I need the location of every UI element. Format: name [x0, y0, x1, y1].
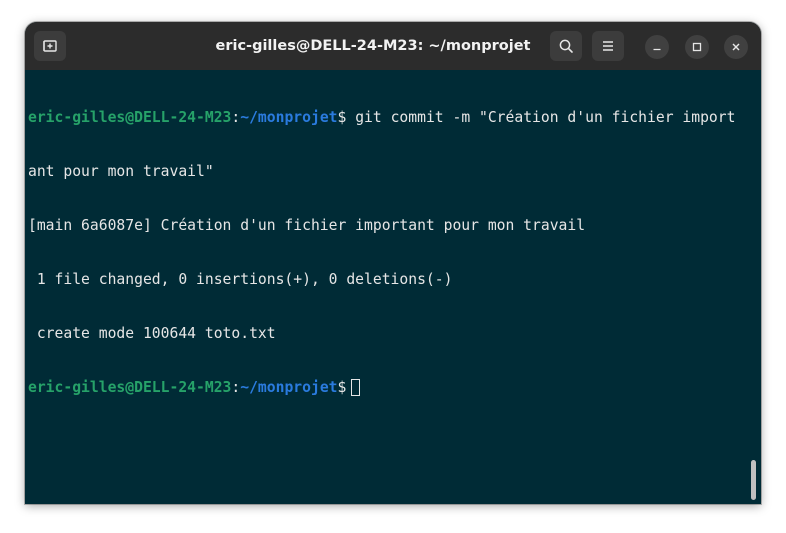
- close-button[interactable]: [724, 35, 748, 59]
- minimize-icon: [653, 48, 661, 51]
- close-icon: [732, 43, 740, 51]
- terminal-line: eric-gilles@DELL-24-M23:~/monprojet$ git…: [28, 109, 756, 127]
- new-tab-button[interactable]: [34, 31, 66, 61]
- prompt-symbol: $: [337, 379, 347, 396]
- menu-button[interactable]: [592, 31, 624, 61]
- terminal-area[interactable]: eric-gilles@DELL-24-M23:~/monprojet$ git…: [25, 70, 761, 504]
- prompt-separator: :: [231, 109, 241, 126]
- text-cursor: [351, 379, 361, 396]
- search-icon: [559, 39, 573, 53]
- terminal-line: eric-gilles@DELL-24-M23:~/monprojet$: [28, 379, 756, 397]
- scrollbar[interactable]: [751, 460, 756, 500]
- terminal-window: eric-gilles@DELL-24-M23: ~/monprojet eri…: [25, 22, 761, 504]
- hamburger-menu-icon: [603, 41, 613, 51]
- prompt-separator: :: [231, 379, 241, 396]
- new-tab-icon: [43, 40, 57, 52]
- prompt-path: ~/monprojet: [240, 379, 338, 396]
- search-button[interactable]: [550, 31, 582, 61]
- command-text: git commit -m "Création d'un fichier imp…: [355, 109, 736, 126]
- terminal-line: create mode 100644 toto.txt: [28, 325, 276, 342]
- terminal-line: [main 6a6087e] Création d'un fichier imp…: [28, 217, 586, 234]
- prompt-symbol: $: [337, 109, 356, 126]
- minimize-button[interactable]: [645, 35, 669, 59]
- title-bar[interactable]: eric-gilles@DELL-24-M23: ~/monprojet: [25, 22, 761, 70]
- maximize-icon: [692, 42, 702, 52]
- prompt-user: eric-gilles@DELL-24-M23: [28, 379, 232, 396]
- prompt-user: eric-gilles@DELL-24-M23: [28, 109, 232, 126]
- terminal-output: eric-gilles@DELL-24-M23:~/monprojet$ git…: [28, 73, 756, 433]
- prompt-path: ~/monprojet: [240, 109, 338, 126]
- terminal-line: 1 file changed, 0 insertions(+), 0 delet…: [28, 271, 453, 288]
- maximize-button[interactable]: [685, 35, 709, 59]
- terminal-line: ant pour mon travail": [28, 163, 214, 180]
- window-title: eric-gilles@DELL-24-M23: ~/monprojet: [215, 38, 531, 54]
